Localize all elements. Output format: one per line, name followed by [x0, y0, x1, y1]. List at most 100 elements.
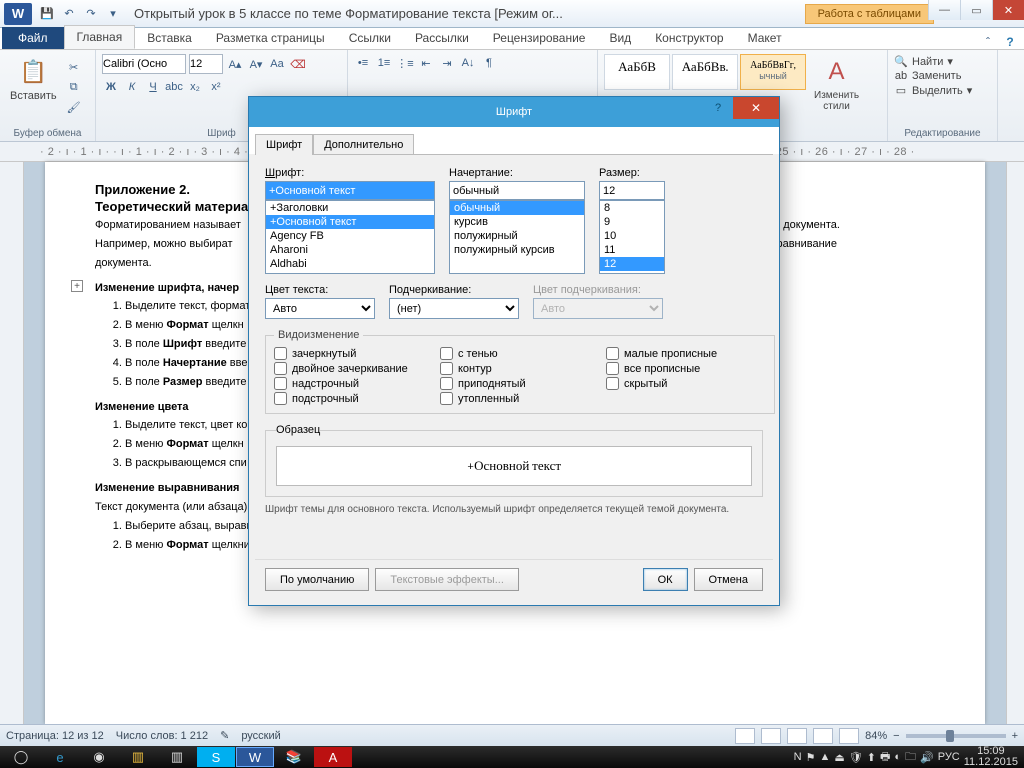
taskbar-chrome-icon[interactable]: ◉ [80, 747, 118, 767]
paste-button[interactable]: 📋 Вставить [6, 54, 61, 116]
styles-gallery[interactable]: АаБбВ АаБбВв. АаБбВвГг,ычный [604, 54, 806, 90]
cut-icon[interactable]: ✂ [65, 58, 83, 76]
list-item[interactable]: Aharoni [266, 243, 434, 257]
tray-language[interactable]: РУС [938, 751, 960, 763]
tray-icon[interactable]: 🖶 [880, 748, 890, 767]
help-icon[interactable]: ? [1002, 35, 1018, 49]
outline-plus-icon[interactable]: + [71, 280, 83, 292]
dialog-titlebar[interactable]: Шрифт ? ✕ [249, 97, 779, 127]
style-item[interactable]: АаБбВ [604, 54, 670, 90]
increase-indent-icon[interactable]: ⇥ [438, 54, 456, 72]
ok-button[interactable]: ОК [643, 568, 688, 591]
minimize-button[interactable]: — [928, 0, 960, 20]
tab-design[interactable]: Конструктор [643, 27, 735, 49]
tab-home[interactable]: Главная [64, 25, 136, 49]
tab-page-layout[interactable]: Разметка страницы [204, 27, 337, 49]
proofing-icon[interactable]: ✎ [220, 729, 229, 742]
view-full-screen-icon[interactable] [761, 728, 781, 744]
change-case-icon[interactable]: Aa [268, 55, 286, 73]
tray-icon[interactable]: ◐ [894, 751, 901, 763]
status-wordcount[interactable]: Число слов: 1 212 [116, 730, 208, 742]
tray-icon[interactable]: ▲ [819, 751, 830, 763]
italic-icon[interactable]: К [123, 78, 141, 96]
underline-icon[interactable]: Ч [144, 78, 162, 96]
tray-icon[interactable]: 🛡 [849, 751, 863, 764]
taskbar-word-icon[interactable]: W [236, 747, 274, 767]
undo-icon[interactable]: ↶ [60, 5, 78, 23]
decrease-indent-icon[interactable]: ⇤ [417, 54, 435, 72]
checkbox-engrave[interactable]: утопленный [440, 392, 600, 405]
file-tab[interactable]: Файл [2, 27, 64, 49]
taskbar-explorer-icon[interactable]: ▥ [119, 747, 157, 767]
list-item[interactable]: 10 [600, 229, 664, 243]
dialog-help-icon[interactable]: ? [703, 97, 733, 119]
copy-icon[interactable]: ⧉ [65, 78, 83, 96]
view-draft-icon[interactable] [839, 728, 859, 744]
qat-dropdown-icon[interactable]: ▾ [104, 5, 122, 23]
close-button[interactable]: ✕ [992, 0, 1024, 20]
tray-icon[interactable]: 🗀 [905, 748, 916, 767]
list-item[interactable]: Aldhabi [266, 257, 434, 271]
shrink-font-icon[interactable]: A▾ [247, 55, 265, 73]
dialog-close-icon[interactable]: ✕ [733, 97, 779, 119]
list-item[interactable]: Agency FB [266, 229, 434, 243]
checkbox-smallcaps[interactable]: малые прописные [606, 347, 766, 360]
zoom-in-icon[interactable]: + [1012, 730, 1018, 742]
taskbar-winrar-icon[interactable]: 📚 [275, 747, 313, 767]
list-item[interactable]: обычный [450, 201, 584, 215]
tab-advanced[interactable]: Дополнительно [313, 134, 414, 155]
find-button[interactable]: 🔍Найти ▾ [894, 54, 991, 69]
bullets-icon[interactable]: •≡ [354, 54, 372, 72]
tab-references[interactable]: Ссылки [337, 27, 403, 49]
superscript-icon[interactable]: x² [207, 78, 225, 96]
taskbar-acrobat-icon[interactable]: A [314, 747, 352, 767]
checkbox-emboss[interactable]: приподнятый [440, 377, 600, 390]
set-default-button[interactable]: По умолчанию [265, 568, 369, 591]
vertical-scrollbar[interactable] [1006, 162, 1024, 724]
list-item[interactable]: 11 [600, 243, 664, 257]
status-language[interactable]: русский [241, 730, 280, 742]
list-item[interactable]: +Заголовки [266, 201, 434, 215]
checkbox-double-strike[interactable]: двойное зачеркивание [274, 362, 434, 375]
tray-clock[interactable]: 15:09 11.12.2015 [964, 746, 1018, 768]
tray-icon[interactable]: ⚑ [806, 751, 816, 764]
tab-review[interactable]: Рецензирование [481, 27, 598, 49]
underline-select[interactable]: (нет) [389, 298, 519, 319]
list-item[interactable]: полужирный курсив [450, 243, 584, 257]
list-item[interactable]: курсив [450, 215, 584, 229]
size-list[interactable]: 8 9 10 11 12 [599, 200, 665, 274]
taskbar-ie-icon[interactable]: e [41, 747, 79, 767]
clear-formatting-icon[interactable]: ⌫ [289, 55, 307, 73]
change-styles-button[interactable]: A Изменить стили [810, 54, 863, 114]
grow-font-icon[interactable]: A▴ [226, 55, 244, 73]
select-button[interactable]: ▭Выделить ▾ [894, 83, 991, 98]
status-page[interactable]: Страница: 12 из 12 [6, 730, 104, 742]
vertical-ruler[interactable] [0, 162, 24, 724]
list-item[interactable]: 8 [600, 201, 664, 215]
tab-view[interactable]: Вид [597, 27, 643, 49]
multilevel-icon[interactable]: ⋮≡ [396, 54, 414, 72]
view-web-icon[interactable] [787, 728, 807, 744]
checkbox-hidden[interactable]: скрытый [606, 377, 766, 390]
checkbox-strikethrough[interactable]: зачеркнутый [274, 347, 434, 360]
bold-icon[interactable]: Ж [102, 78, 120, 96]
font-name-input[interactable] [265, 181, 435, 200]
tab-insert[interactable]: Вставка [135, 27, 204, 49]
subscript-icon[interactable]: x₂ [186, 78, 204, 96]
table-tools-contextual-tab[interactable]: Работа с таблицами [805, 4, 934, 24]
taskbar-skype-icon[interactable]: S [197, 747, 235, 767]
taskbar-app[interactable]: ▥ [158, 747, 196, 767]
style-item[interactable]: АаБбВв. [672, 54, 738, 90]
list-item[interactable]: +Основной текст [266, 215, 434, 229]
replace-button[interactable]: abЗаменить [894, 69, 991, 83]
font-list[interactable]: +Заголовки +Основной текст Agency FB Aha… [265, 200, 435, 274]
zoom-out-icon[interactable]: − [893, 730, 899, 742]
font-size-input[interactable] [599, 181, 665, 200]
list-item[interactable]: 12 [600, 257, 664, 271]
checkbox-superscript[interactable]: надстрочный [274, 377, 434, 390]
cancel-button[interactable]: Отмена [694, 568, 763, 591]
font-style-input[interactable] [449, 181, 585, 200]
status-zoom[interactable]: 84% [865, 730, 887, 742]
font-size-combo[interactable] [189, 54, 223, 74]
style-item-selected[interactable]: АаБбВвГг,ычный [740, 54, 806, 90]
